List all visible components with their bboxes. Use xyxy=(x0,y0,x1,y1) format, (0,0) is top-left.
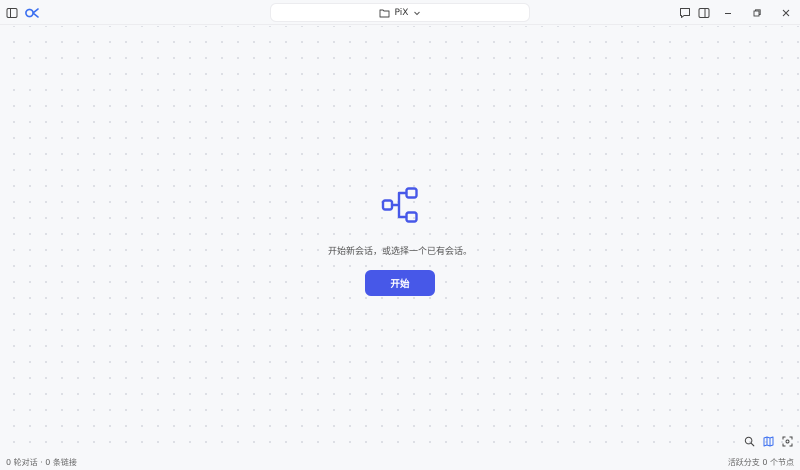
minimize-button[interactable] xyxy=(719,4,737,22)
chat-icon xyxy=(680,8,690,18)
panel-icon xyxy=(698,8,710,18)
fit-view-button[interactable] xyxy=(780,434,794,448)
restore-button[interactable] xyxy=(748,4,766,22)
close-button[interactable] xyxy=(777,4,795,22)
map-icon xyxy=(763,436,773,446)
branch-tree-icon xyxy=(381,187,418,223)
minimize-icon xyxy=(725,13,731,14)
sidebar-toggle-icon xyxy=(6,8,18,18)
active-branch-node-count: 活跃分支 0 个节点 xyxy=(727,458,794,467)
start-button[interactable]: 开始 xyxy=(365,270,435,296)
minimap-button[interactable] xyxy=(761,434,775,448)
panel-toggle-button[interactable] xyxy=(695,4,713,22)
graph-canvas[interactable] xyxy=(0,26,800,452)
canvas-search-button[interactable] xyxy=(742,434,756,448)
restore-icon xyxy=(753,9,761,17)
search-icon xyxy=(744,436,754,446)
status-bar: 0 轮对话 · 0 条链接 活跃分支 0 个节点 xyxy=(0,453,800,470)
empty-state-message: 开始新会话，或选择一个已有会话。 xyxy=(327,247,472,257)
folder-icon xyxy=(379,9,389,17)
project-name: PiX xyxy=(394,7,409,18)
project-selector[interactable]: PiX xyxy=(270,3,530,22)
conversation-link-count: 0 轮对话 · 0 条链接 xyxy=(6,458,77,467)
fit-view-icon xyxy=(782,436,792,446)
app-logo xyxy=(22,4,42,22)
title-bar: PiX xyxy=(0,0,800,25)
close-icon xyxy=(782,9,790,17)
canvas-toolbar xyxy=(742,434,794,448)
chat-button[interactable] xyxy=(676,4,694,22)
sidebar-toggle-button[interactable] xyxy=(3,4,21,22)
chevron-down-icon xyxy=(414,11,421,15)
